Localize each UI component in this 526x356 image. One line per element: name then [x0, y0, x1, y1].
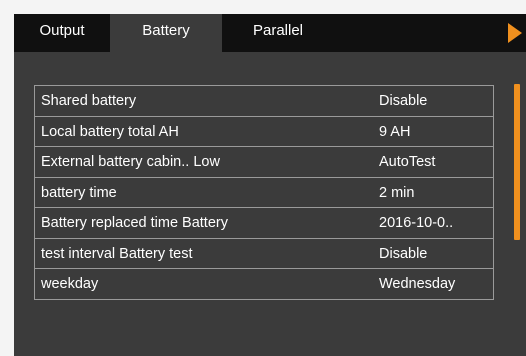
setting-label: Local battery total AH: [41, 123, 179, 140]
setting-value: 9 AH: [379, 123, 411, 140]
setting-row-local-battery-total-ah[interactable]: Local battery total AH 9 AH: [34, 116, 494, 147]
settings-screen: Output Battery Parallel Shared battery D…: [14, 14, 526, 356]
setting-row-shared-battery[interactable]: Shared battery Disable: [34, 86, 494, 117]
setting-row-test-interval[interactable]: test interval Battery test Disable: [34, 238, 494, 269]
setting-row-battery-time[interactable]: battery time 2 min: [34, 177, 494, 208]
setting-label: Shared battery: [41, 93, 137, 109]
setting-label: test interval Battery test: [41, 245, 193, 262]
setting-value: AutoTest: [379, 154, 436, 170]
battery-settings-table: Shared battery Disable Local battery tot…: [34, 85, 494, 300]
setting-row-weekday[interactable]: weekday Wednesday: [34, 269, 494, 300]
tab-parallel[interactable]: Parallel: [222, 14, 334, 52]
setting-value: Disable: [379, 245, 428, 262]
setting-value: Wednesday: [379, 276, 456, 292]
vertical-scrollbar[interactable]: [514, 84, 520, 240]
setting-value: 2016-10-0..: [379, 215, 454, 231]
setting-label: weekday: [41, 276, 99, 292]
setting-label: battery time: [41, 184, 117, 201]
play-arrow-icon[interactable]: [508, 23, 522, 43]
setting-value: Disable: [379, 93, 428, 109]
setting-row-battery-replaced-time[interactable]: Battery replaced time Battery 2016-10-0.…: [34, 208, 494, 239]
setting-label: External battery cabin.. Low: [41, 154, 220, 170]
tab-output[interactable]: Output: [14, 14, 110, 52]
tab-battery[interactable]: Battery: [110, 14, 222, 52]
tab-bar: Output Battery Parallel: [14, 14, 526, 52]
setting-label: Battery replaced time Battery: [41, 215, 228, 231]
setting-value: 2 min: [379, 184, 415, 201]
setting-row-external-battery-cabinet[interactable]: External battery cabin.. Low AutoTest: [34, 147, 494, 178]
